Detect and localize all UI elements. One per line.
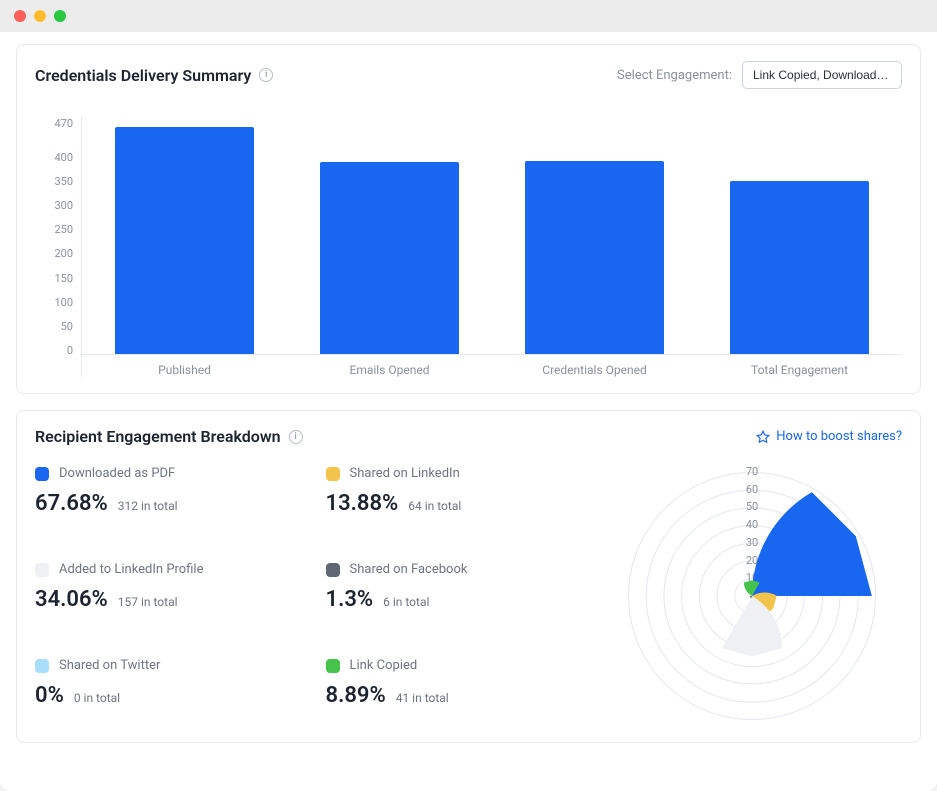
stat-name: Shared on LinkedIn xyxy=(350,466,460,481)
y-axis-tick: 150 xyxy=(54,272,73,296)
stat-percent: 1.3% xyxy=(326,587,374,612)
stat-name: Link Copied xyxy=(350,658,418,673)
x-axis-label: Emails Opened xyxy=(287,363,492,377)
stat-name: Added to LinkedIn Profile xyxy=(59,562,203,577)
y-axis-tick: 300 xyxy=(54,199,73,223)
engagement-select-label: Select Engagement: xyxy=(617,68,732,83)
stat-total: 6 in total xyxy=(383,595,429,609)
info-icon[interactable]: i xyxy=(259,68,273,82)
stat-name: Shared on Twitter xyxy=(59,658,160,673)
engagement-stat: Link Copied 8.89% 41 in total xyxy=(326,658,593,726)
y-axis-tick: 400 xyxy=(54,151,73,175)
stat-percent: 13.88% xyxy=(326,491,399,516)
boost-shares-link[interactable]: How to boost shares? xyxy=(756,429,902,444)
color-swatch xyxy=(35,659,49,673)
stat-total: 64 in total xyxy=(408,499,461,513)
stat-total: 157 in total xyxy=(118,595,178,609)
stat-name: Downloaded as PDF xyxy=(59,466,175,481)
y-axis-tick: 350 xyxy=(54,175,73,199)
color-swatch xyxy=(35,467,49,481)
info-icon[interactable]: i xyxy=(289,430,303,444)
engagement-select[interactable]: Link Copied, Downloaded... xyxy=(742,61,902,89)
stat-total: 312 in total xyxy=(118,499,178,513)
bar xyxy=(320,162,459,354)
stat-total: 0 in total xyxy=(74,691,120,705)
y-axis-tick: 200 xyxy=(54,247,73,271)
stat-percent: 67.68% xyxy=(35,491,108,516)
engagement-polar-chart: 10203040506070 xyxy=(622,466,882,726)
x-axis-label: Total Engagement xyxy=(697,363,902,377)
engagement-stat: Shared on Twitter 0% 0 in total xyxy=(35,658,302,726)
stat-total: 41 in total xyxy=(396,691,449,705)
bar xyxy=(525,161,664,354)
stat-percent: 0% xyxy=(35,683,64,708)
x-axis-label: Published xyxy=(82,363,287,377)
window-minimize-dot[interactable] xyxy=(34,10,46,22)
y-axis-tick: 470 xyxy=(54,117,73,151)
breakdown-title: Recipient Engagement Breakdown xyxy=(35,427,281,446)
color-swatch xyxy=(35,563,49,577)
bar xyxy=(730,181,869,354)
window-titlebar xyxy=(0,0,937,32)
summary-title: Credentials Delivery Summary xyxy=(35,66,251,85)
star-icon xyxy=(756,430,770,444)
color-swatch xyxy=(326,563,340,577)
delivery-summary-card: Credentials Delivery Summary i Select En… xyxy=(16,44,921,394)
engagement-breakdown-card: Recipient Engagement Breakdown i How to … xyxy=(16,410,921,743)
window-close-dot[interactable] xyxy=(14,10,26,22)
y-axis-tick: 250 xyxy=(54,223,73,247)
boost-shares-label: How to boost shares? xyxy=(776,429,902,444)
bar xyxy=(115,127,254,354)
color-swatch xyxy=(326,659,340,673)
engagement-stat: Shared on LinkedIn 13.88% 64 in total xyxy=(326,466,593,534)
y-axis-tick: 50 xyxy=(61,320,73,344)
stat-percent: 8.89% xyxy=(326,683,386,708)
stat-name: Shared on Facebook xyxy=(350,562,468,577)
engagement-stat: Downloaded as PDF 67.68% 312 in total xyxy=(35,466,302,534)
y-axis-tick: 100 xyxy=(54,296,73,320)
color-swatch xyxy=(326,467,340,481)
engagement-stat: Shared on Facebook 1.3% 6 in total xyxy=(326,562,593,630)
engagement-stat: Added to LinkedIn Profile 34.06% 157 in to… xyxy=(35,562,302,630)
window-maximize-dot[interactable] xyxy=(54,10,66,22)
y-axis-tick: 0 xyxy=(67,344,73,357)
delivery-bar-chart: 470400350300250200150100500 PublishedEma… xyxy=(35,117,902,377)
x-axis-label: Credentials Opened xyxy=(492,363,697,377)
radial-tick: 70 xyxy=(746,465,758,478)
stat-percent: 34.06% xyxy=(35,587,108,612)
